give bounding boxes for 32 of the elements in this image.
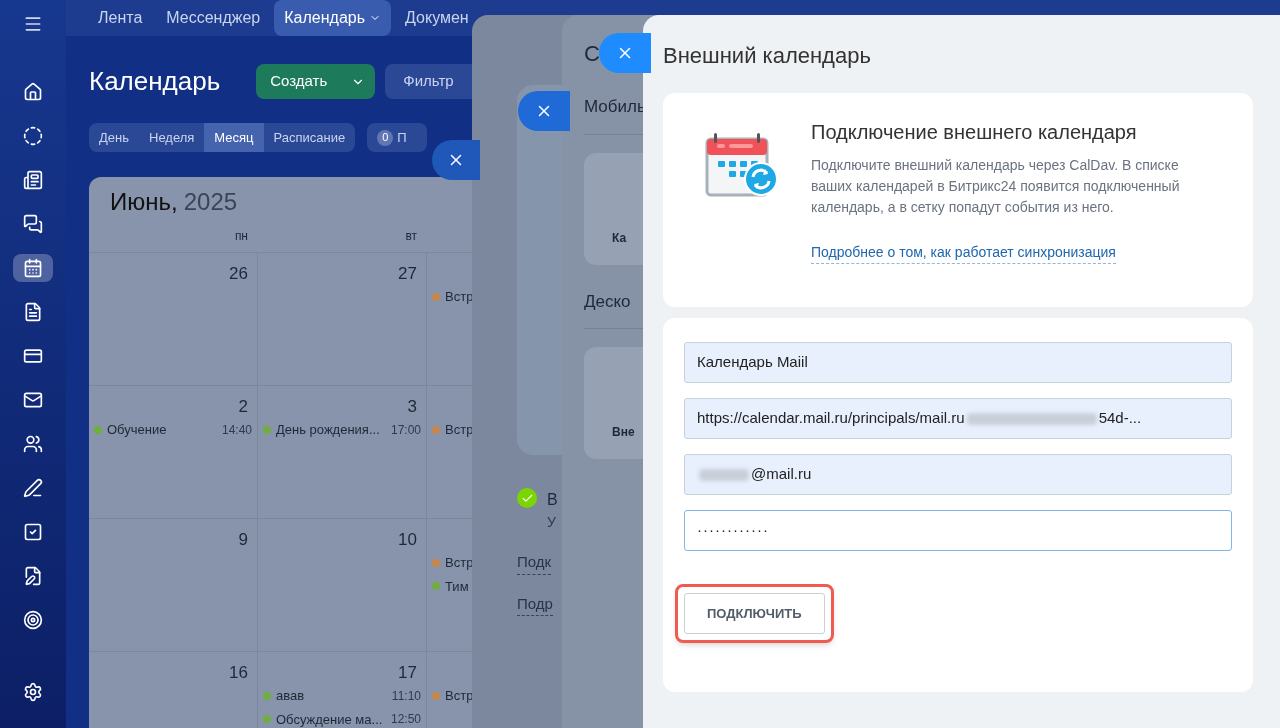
counter-label: П xyxy=(397,128,407,147)
intro-heading: Подключение внешнего календаря xyxy=(811,120,1138,145)
status-subtext: У xyxy=(547,513,556,532)
section-heading: Деско xyxy=(584,291,631,311)
count-badge: 0 xyxy=(377,129,394,146)
day-number: 16 xyxy=(229,663,248,682)
event-title: День рождения... xyxy=(276,421,380,439)
day-number: 17 xyxy=(398,663,417,682)
panel-title: Внешний календарь xyxy=(663,42,871,70)
day-number: 27 xyxy=(398,264,417,283)
weekday-label: пн xyxy=(234,229,248,243)
section-heading: Мобиль xyxy=(584,97,646,116)
year-title: 2025 xyxy=(183,187,238,217)
event-time: 17:00 xyxy=(390,421,421,439)
weekday-label: вт xyxy=(405,229,417,243)
month-title: Июнь, xyxy=(110,187,178,217)
event-title: авав xyxy=(276,687,305,705)
day-number: 9 xyxy=(238,530,248,549)
event-time: 11:10 xyxy=(391,687,421,705)
event-title: Тим xyxy=(445,577,469,596)
event-time: 14:40 xyxy=(221,421,252,439)
page-title: Календарь xyxy=(89,65,221,98)
event-title: Обучение xyxy=(107,421,167,439)
day-number: 3 xyxy=(407,397,417,416)
event-title: Обсуждение ма... xyxy=(276,710,383,728)
day-number: 2 xyxy=(238,397,248,416)
intro-text: Подключите внешний календарь через CalDav. В списке ваших календарей в Битрикс24 появится подключенный календарь, а в сетку попадут события из него. xyxy=(811,156,1181,217)
day-number: 26 xyxy=(229,264,248,283)
day-number: 10 xyxy=(398,530,417,549)
panel-title: С xyxy=(584,40,600,68)
event-time: 12:50 xyxy=(390,711,421,728)
status-text: В xyxy=(547,490,558,510)
